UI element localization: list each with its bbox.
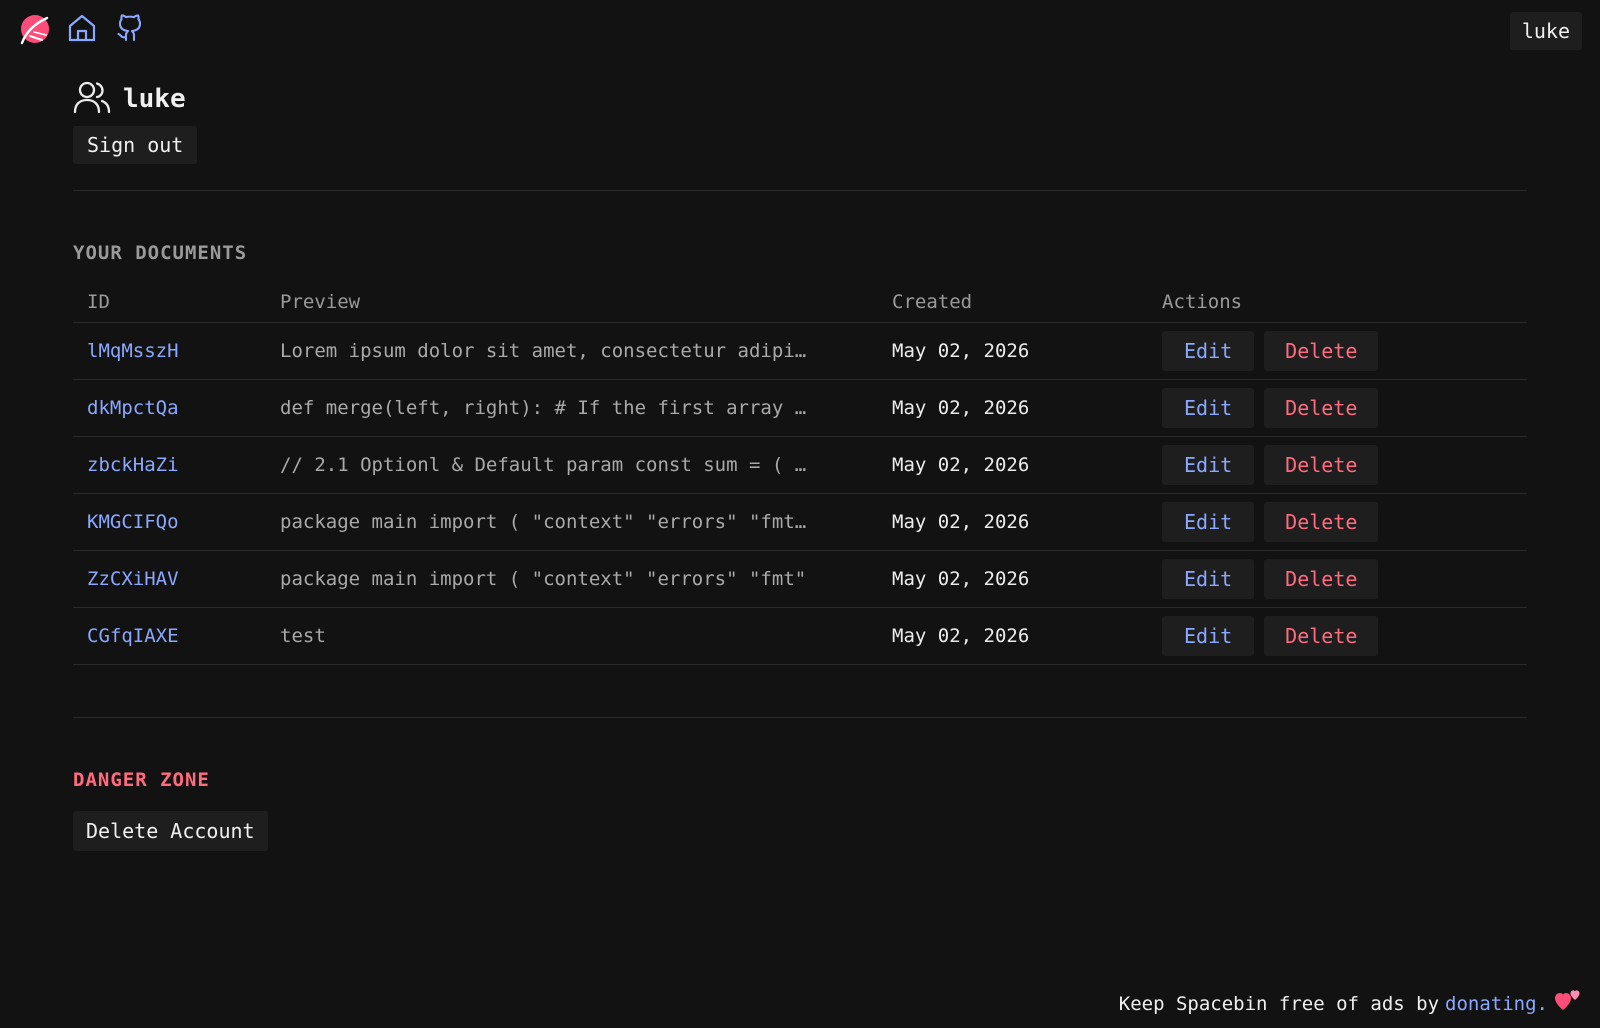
profile-username: luke: [123, 84, 186, 114]
document-preview: def merge(left, right): # If the first a…: [266, 379, 878, 437]
edit-button[interactable]: Edit: [1162, 558, 1255, 599]
document-preview: test: [266, 607, 878, 665]
user-menu-button[interactable]: luke: [1509, 12, 1582, 50]
github-icon[interactable]: [112, 10, 148, 46]
spacebin-logo-icon[interactable]: [16, 10, 52, 46]
users-icon: [73, 79, 111, 119]
edit-button[interactable]: Edit: [1162, 387, 1255, 428]
table-header-row: ID Preview Created Actions: [73, 282, 1527, 323]
document-preview: // 2.1 Optionl & Default param const sum…: [266, 436, 878, 494]
hearts-icon: [1554, 989, 1582, 1018]
edit-button[interactable]: Edit: [1162, 444, 1255, 485]
edit-button[interactable]: Edit: [1162, 501, 1255, 542]
delete-account-button[interactable]: Delete Account: [73, 810, 268, 851]
delete-button[interactable]: Delete: [1264, 444, 1379, 485]
document-created-date: May 02, 2026: [878, 607, 1148, 665]
documents-section-title: YOUR DOCUMENTS: [73, 242, 248, 264]
top-bar: luke: [0, 0, 1600, 60]
document-created-date: May 02, 2026: [878, 322, 1148, 380]
table-row: dkMpctQa def merge(left, right): # If th…: [73, 379, 1527, 437]
divider: [73, 716, 1527, 718]
danger-zone-title: DANGER ZONE: [73, 768, 210, 791]
delete-button[interactable]: Delete: [1264, 615, 1379, 656]
column-header-preview: Preview: [266, 282, 878, 323]
column-header-actions: Actions: [1148, 282, 1527, 323]
row-actions: Edit Delete: [1162, 387, 1513, 428]
table-row: zbckHaZi // 2.1 Optionl & Default param …: [73, 436, 1527, 494]
document-id-link[interactable]: lMqMsszH: [87, 340, 179, 362]
document-id-link[interactable]: dkMpctQa: [87, 397, 179, 419]
table-row: KMGCIFQo package main import ( "context"…: [73, 493, 1527, 551]
home-icon[interactable]: [64, 10, 100, 46]
sign-out-button[interactable]: Sign out: [73, 126, 198, 164]
main-content: luke Sign out YOUR DOCUMENTS ID Preview …: [73, 78, 1527, 851]
profile-header: luke: [73, 78, 1527, 120]
row-actions: Edit Delete: [1162, 501, 1513, 542]
document-created-date: May 02, 2026: [878, 379, 1148, 437]
row-actions: Edit Delete: [1162, 330, 1513, 371]
document-preview: package main import ( "context" "errors"…: [266, 550, 878, 608]
document-id-link[interactable]: KMGCIFQo: [87, 511, 179, 533]
document-id-link[interactable]: zbckHaZi: [87, 454, 179, 476]
column-header-id: ID: [73, 282, 266, 323]
row-actions: Edit Delete: [1162, 444, 1513, 485]
documents-table: ID Preview Created Actions lMqMsszH Lore…: [73, 282, 1527, 665]
edit-button[interactable]: Edit: [1162, 615, 1255, 656]
nav-icons: [16, 10, 148, 46]
delete-button[interactable]: Delete: [1264, 330, 1379, 371]
document-preview: Lorem ipsum dolor sit amet, consectetur …: [266, 322, 878, 380]
footer-text: Keep Spacebin free of ads by: [1118, 992, 1440, 1015]
document-id-link[interactable]: CGfqIAXE: [87, 625, 179, 647]
table-row: CGfqIAXE test May 02, 2026 Edit Delete: [73, 607, 1527, 665]
row-actions: Edit Delete: [1162, 615, 1513, 656]
delete-button[interactable]: Delete: [1264, 501, 1379, 542]
edit-button[interactable]: Edit: [1162, 330, 1255, 371]
document-id-link[interactable]: ZzCXiHAV: [87, 568, 179, 590]
document-created-date: May 02, 2026: [878, 436, 1148, 494]
table-row: ZzCXiHAV package main import ( "context"…: [73, 550, 1527, 608]
column-header-created: Created: [878, 282, 1148, 323]
delete-button[interactable]: Delete: [1264, 558, 1379, 599]
divider: [73, 190, 1527, 191]
row-actions: Edit Delete: [1162, 558, 1513, 599]
document-preview: package main import ( "context" "errors"…: [266, 493, 878, 551]
footer: Keep Spacebin free of ads by donating.: [1119, 989, 1582, 1018]
table-row: lMqMsszH Lorem ipsum dolor sit amet, con…: [73, 322, 1527, 380]
document-created-date: May 02, 2026: [878, 493, 1148, 551]
donate-link[interactable]: donating.: [1445, 993, 1548, 1015]
delete-button[interactable]: Delete: [1264, 387, 1379, 428]
document-created-date: May 02, 2026: [878, 550, 1148, 608]
